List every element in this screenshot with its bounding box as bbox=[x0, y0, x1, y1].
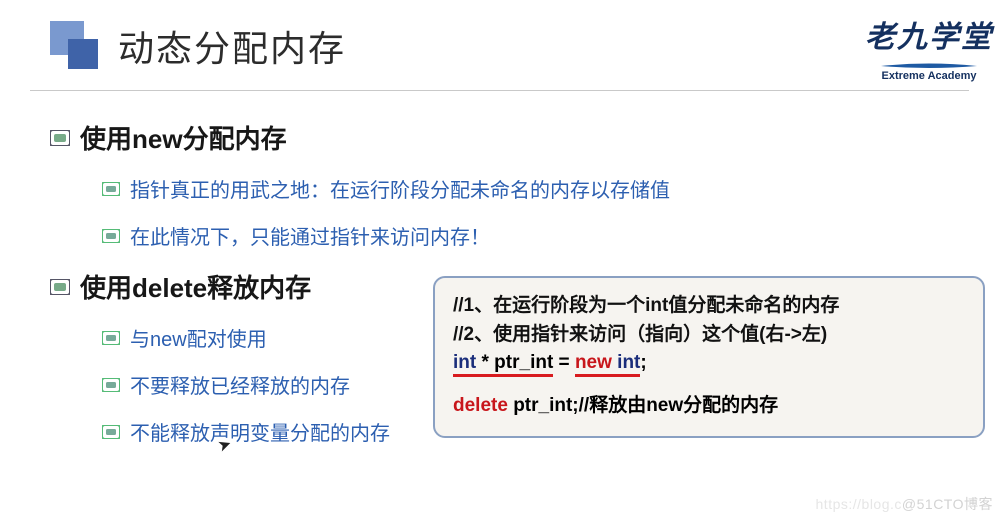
code-comment-1: //1、在运行阶段为一个int值分配未命名的内存 bbox=[453, 292, 965, 321]
brand-logo-cn: 老九学堂 bbox=[865, 12, 993, 56]
kw-int: int bbox=[453, 352, 476, 377]
kw-int2: int bbox=[617, 352, 640, 377]
watermark: https://blog.c@51CTO博客 bbox=[816, 494, 993, 514]
semi: ; bbox=[640, 352, 646, 373]
brand-logo: 老九学堂 Extreme Academy bbox=[865, 12, 993, 82]
bullet-icon bbox=[102, 378, 120, 392]
bullet-icon bbox=[50, 130, 70, 146]
brand-logo-en: Extreme Academy bbox=[865, 70, 993, 82]
code-box: //1、在运行阶段为一个int值分配未命名的内存 //2、使用指针来访问（指向）… bbox=[433, 276, 985, 438]
watermark-main: @51CTO博客 bbox=[902, 496, 993, 512]
bullet-icon bbox=[102, 331, 120, 345]
list-item: 在此情况下，只能通过指针来访问内存！ bbox=[102, 221, 999, 250]
list-item-text: 在此情况下，只能通过指针来访问内存！ bbox=[130, 221, 490, 250]
bullet-icon bbox=[50, 279, 70, 295]
section-1-head: 使用new分配内存 bbox=[50, 119, 999, 156]
decl-var: * ptr_int bbox=[476, 352, 553, 377]
list-item-text: 与new配对使用 bbox=[130, 323, 267, 352]
code-decl: int * ptr_int = new int; bbox=[453, 349, 965, 378]
eq: = bbox=[553, 352, 575, 373]
code-delete: delete ptr_int;//释放由new分配的内存 bbox=[453, 392, 965, 421]
delete-rest: ptr_int;//释放由new分配的内存 bbox=[508, 395, 778, 416]
kw-delete: delete bbox=[453, 395, 508, 416]
bullet-icon bbox=[102, 229, 120, 243]
list-item: 指针真正的用武之地：在运行阶段分配未命名的内存以存储值 bbox=[102, 174, 999, 203]
bullet-icon bbox=[102, 182, 120, 196]
code-comment-2: //2、使用指针来访问（指向）这个值(右->左) bbox=[453, 321, 965, 350]
watermark-prefix: https://blog.c bbox=[816, 496, 902, 512]
bullet-icon bbox=[102, 425, 120, 439]
section-1-title: 使用new分配内存 bbox=[80, 119, 287, 156]
list-item-text: 指针真正的用武之地：在运行阶段分配未命名的内存以存储值 bbox=[130, 174, 670, 203]
list-item-text: 不能释放声明变量分配的内存 bbox=[130, 417, 390, 446]
section-2-title: 使用delete释放内存 bbox=[80, 268, 311, 305]
brand-swoosh bbox=[879, 63, 979, 69]
title-icon bbox=[50, 21, 100, 71]
kw-new: new bbox=[575, 352, 612, 377]
list-item-text: 不要释放已经释放的内存 bbox=[130, 370, 350, 399]
page-title: 动态分配内存 bbox=[118, 20, 346, 72]
